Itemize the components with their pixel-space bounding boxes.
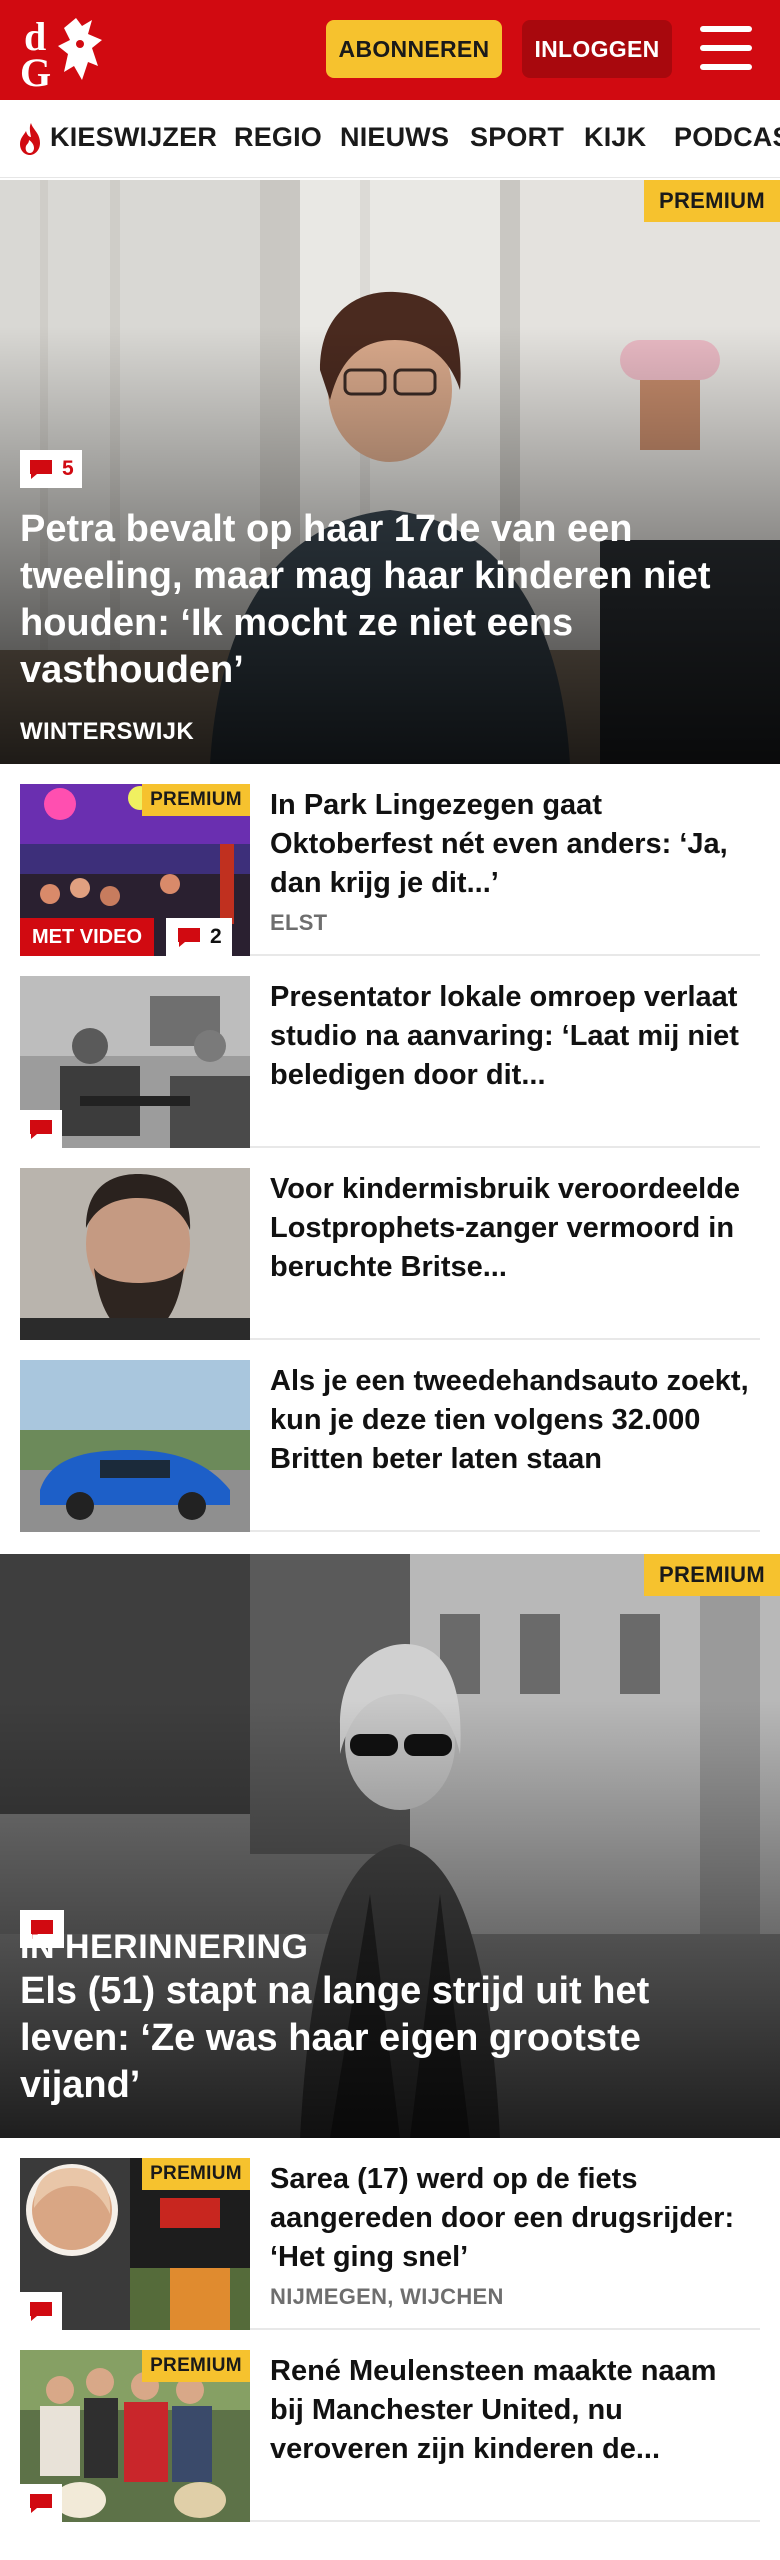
comment-bubble-icon: [178, 928, 200, 947]
article-thumbnail: [20, 1360, 250, 1532]
hero-title[interactable]: Petra bevalt op haar 17de van een tweeli…: [20, 506, 750, 694]
article-thumbnail: PREMIUM: [20, 2350, 250, 2522]
login-button[interactable]: INLOGGEN: [522, 20, 672, 78]
video-badge: MET VIDEO: [20, 918, 155, 956]
hero-article-2[interactable]: PREMIUM IN HERINNERING Els (51) stapt na…: [0, 1554, 780, 2138]
article-title[interactable]: Voor kindermisbruik veroordeelde Lostpro…: [270, 1170, 750, 1287]
hero-article-1[interactable]: PREMIUM 5 Petra bevalt op haar 17de van …: [0, 180, 780, 764]
comment-count-chip[interactable]: 2: [166, 918, 232, 956]
comment-bubble-icon: [30, 1120, 52, 1139]
comment-indicator[interactable]: [20, 2292, 62, 2330]
premium-badge: PREMIUM: [142, 2158, 250, 2190]
comment-bubble-icon: [30, 2302, 52, 2321]
article-title[interactable]: Presentator lokale omroep verlaat studio…: [270, 978, 750, 1095]
article-thumbnail: [20, 976, 250, 1148]
comment-count: 5: [62, 457, 74, 480]
nav-item-kijk[interactable]: KIJK: [584, 122, 646, 153]
comment-count-chip[interactable]: 5: [20, 450, 82, 488]
flame-icon: [20, 123, 40, 155]
premium-badge: PREMIUM: [644, 180, 780, 222]
logo[interactable]: d G: [18, 10, 118, 90]
thumbnail-image: [20, 1360, 250, 1532]
article-thumbnail: PREMIUM: [20, 2158, 250, 2330]
list-item[interactable]: PREMIUM René Meulensteen maakte naam bij…: [20, 2350, 760, 2522]
main-nav: KIESWIJZER REGIO NIEUWS SPORT KIJK PODCA…: [0, 100, 780, 178]
comment-count: 2: [210, 925, 222, 948]
article-title[interactable]: In Park Lingezegen gaat Oktoberfest nét …: [270, 786, 750, 903]
article-thumbnail: PREMIUM MET VIDEO 2: [20, 784, 250, 956]
nav-item-podcast[interactable]: PODCAS: [674, 122, 780, 153]
hamburger-menu-icon[interactable]: [700, 24, 752, 72]
list-item[interactable]: Voor kindermisbruik veroordeelde Lostpro…: [20, 1168, 760, 1340]
subscribe-button[interactable]: ABONNEREN: [326, 20, 502, 78]
nav-item-nieuws[interactable]: NIEUWS: [340, 122, 449, 153]
comment-indicator[interactable]: [20, 1110, 62, 1148]
premium-badge: PREMIUM: [142, 784, 250, 816]
article-title[interactable]: Als je een tweedehandsauto zoekt, kun je…: [270, 1362, 750, 1479]
site-header: d G ABONNEREN INLOGGEN: [0, 0, 780, 100]
comment-bubble-icon: [30, 460, 52, 479]
article-title[interactable]: Sarea (17) werd op de fiets aangereden d…: [270, 2160, 750, 2277]
hero-location: WINTERSWIJK: [20, 718, 194, 745]
nav-item-regio[interactable]: REGIO: [234, 122, 322, 153]
list-item[interactable]: PREMIUM Sarea (17) werd op de fiets aang…: [20, 2158, 760, 2330]
comment-bubble-icon: [30, 2494, 52, 2513]
nav-item-kieswijzer[interactable]: KIESWIJZER: [50, 122, 217, 153]
article-location: NIJMEGEN, WIJCHEN: [270, 2284, 504, 2309]
premium-badge: PREMIUM: [142, 2350, 250, 2382]
list-item[interactable]: Presentator lokale omroep verlaat studio…: [20, 976, 760, 1148]
article-thumbnail: [20, 1168, 250, 1340]
thumbnail-image: [20, 1168, 250, 1340]
article-title[interactable]: René Meulensteen maakte naam bij Manches…: [270, 2352, 750, 2469]
nav-item-sport[interactable]: SPORT: [470, 122, 564, 153]
premium-badge: PREMIUM: [644, 1554, 780, 1596]
list-item[interactable]: Als je een tweedehandsauto zoekt, kun je…: [20, 1360, 760, 1532]
hero-title[interactable]: Els (51) stapt na lange strijd uit het l…: [20, 1968, 750, 2109]
list-item[interactable]: PREMIUM MET VIDEO 2 In Park Lingezegen g…: [20, 784, 760, 956]
hero-kicker: IN HERINNERING: [20, 1928, 309, 1966]
svg-text:G: G: [20, 50, 51, 90]
article-location: ELST: [270, 910, 328, 935]
comment-indicator[interactable]: [20, 2484, 62, 2522]
